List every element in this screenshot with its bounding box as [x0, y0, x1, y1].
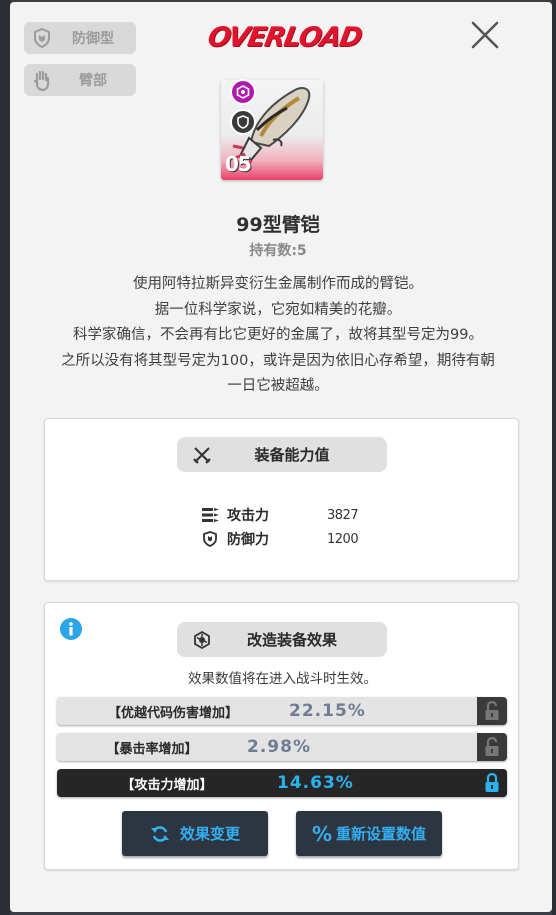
tag-label: 臂部 [79, 73, 107, 89]
description-line: 一日它被超越。 [227, 378, 329, 395]
reset-values-label: 重新设置数值 [336, 825, 427, 843]
tag-defense-type: 防御型 [24, 22, 136, 54]
stat-attack: 攻击力 3827 [201, 505, 359, 525]
info-icon[interactable] [60, 618, 82, 640]
cube-gear-icon [177, 630, 227, 650]
stat-label: 攻击力 [227, 508, 269, 524]
attack-icon [202, 508, 219, 522]
lock-toggle[interactable] [477, 769, 507, 797]
effect-value: 14.63% [277, 773, 354, 793]
rarity-badge [230, 79, 256, 105]
refresh-icon [150, 824, 170, 844]
stat-value: 3827 [327, 507, 359, 523]
equipment-stats-box: 装备能力值 攻击力 3827 防御力 1200 [44, 418, 519, 581]
item-count: 持有数:5 [249, 243, 307, 259]
locked-icon[interactable] [484, 773, 500, 793]
description-line: 科学家确信，不会再有比它更好的金属了，故将其型号定为99。 [73, 327, 483, 344]
effect-value: 22.15% [289, 701, 366, 721]
effect-name: 【攻击力增加】 [121, 777, 213, 793]
effect-row-locked: 【攻击力增加】 14.63% [57, 769, 507, 797]
effect-value: 2.98% [247, 737, 311, 757]
overload-logo: OVERLOAD [205, 22, 364, 53]
crossed-swords-icon [177, 445, 227, 465]
change-effect-button[interactable]: 效果变更 [122, 811, 268, 856]
stats-header: 装备能力值 [177, 437, 387, 472]
effect-name: 【优越代码伤害增加】 [107, 705, 238, 721]
lock-toggle[interactable] [477, 697, 507, 725]
reset-values-button[interactable]: % 重新设置数值 [296, 811, 442, 856]
effects-note: 效果数值将在进入战斗时生效。 [188, 671, 377, 687]
effects-header: 改造装备效果 [177, 622, 387, 657]
background-edge-right [552, 0, 556, 915]
class-badge [230, 109, 256, 135]
percent-icon: % [311, 821, 333, 846]
description-line: 之所以没有将其型号定为100，或许是因为依旧心存希望，期待有朝 [61, 352, 495, 369]
effect-row: 【优越代码伤害增加】 22.15% [57, 697, 507, 725]
effect-name: 【暴击率增加】 [106, 741, 198, 757]
defense-icon [203, 531, 217, 547]
hexagon-icon [236, 85, 250, 99]
lock-toggle[interactable] [477, 733, 507, 761]
tag-arm-part: 臂部 [24, 64, 136, 96]
description-line: 据一位科学家说，它宛如精美的花瓣。 [154, 301, 402, 318]
item-level: 05 [225, 152, 252, 176]
description-line: 使用阿特拉斯异变衍生金属制作而成的臂铠。 [133, 276, 423, 292]
close-icon[interactable] [468, 18, 502, 52]
change-effect-label: 效果变更 [179, 825, 240, 843]
effects-title: 改造装备效果 [246, 631, 337, 649]
stat-defense: 防御力 1200 [201, 529, 359, 549]
tag-label: 防御型 [72, 31, 114, 47]
hand-icon [24, 69, 60, 91]
stats-title: 装备能力值 [254, 446, 330, 464]
shield-icon [24, 28, 60, 48]
close-button[interactable] [468, 18, 502, 52]
unlocked-icon[interactable] [484, 737, 500, 757]
background-edge-left [0, 0, 10, 915]
stat-value: 1200 [327, 531, 359, 547]
item-name: 99型臂铠 [236, 214, 320, 236]
unlocked-icon[interactable] [484, 701, 500, 721]
stat-label: 防御力 [227, 532, 269, 548]
item-description: 使用阿特拉斯异变衍生金属制作而成的臂铠。 据一位科学家说，它宛如精美的花瓣。 科… [30, 272, 526, 400]
modification-effects-box: 改造装备效果 效果数值将在进入战斗时生效。 【优越代码伤害增加】 22.15% … [44, 602, 519, 870]
shield-icon [237, 115, 249, 129]
effect-row: 【暴击率增加】 2.98% [57, 733, 507, 761]
